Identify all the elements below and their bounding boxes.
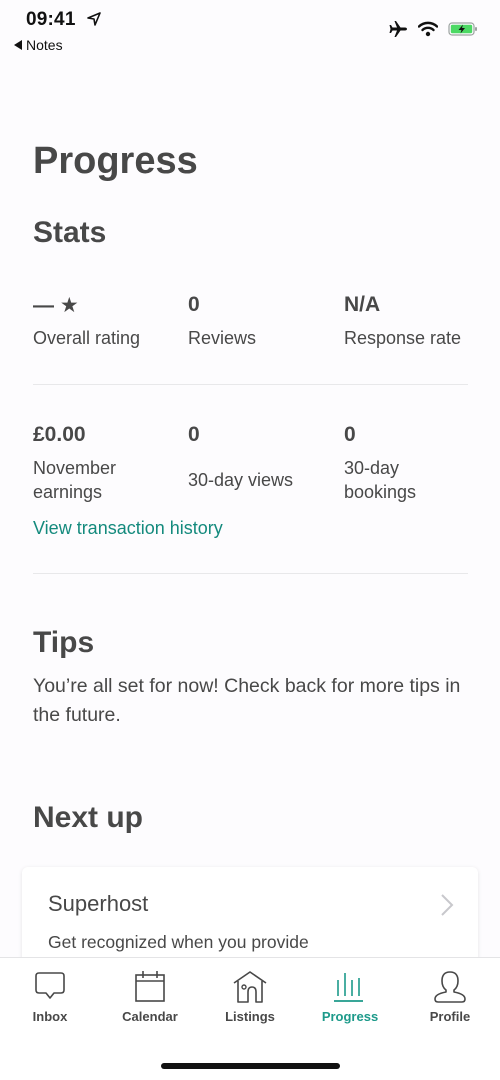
tab-label: Calendar [122,1009,178,1024]
battery-charging-icon [448,22,477,36]
tab-label: Profile [429,1009,471,1024]
stat-november-earnings: £0.00 November earnings [33,420,163,504]
page-title: Progress [33,140,198,182]
stat-response-rate: N/A Response rate [344,290,461,350]
house-icon [233,971,267,1003]
profile-icon [434,971,466,1003]
stat-label: November earnings [33,458,117,502]
stat-label: Overall rating [33,328,141,348]
stat-value: N/A [344,293,381,316]
tab-progress[interactable]: Progress [300,970,400,1030]
status-time: 09:41 [26,9,76,30]
stat-label: 30-day views [188,470,294,490]
stat-30-day-views: 0 30-day views [188,420,293,492]
back-label: Notes [26,37,63,53]
back-to-notes-link[interactable]: Notes [14,37,63,53]
divider [33,573,468,574]
tab-inbox[interactable]: Inbox [0,970,100,1030]
tab-calendar[interactable]: Calendar [100,970,200,1030]
progress-bars-icon [334,973,363,1002]
stats-title: Stats [33,216,107,249]
stat-value: 0 [188,423,200,446]
tab-listings[interactable]: Listings [200,970,300,1030]
tab-label: Inbox [32,1009,68,1024]
location-arrow-icon [87,12,101,26]
stat-value: 0 [344,423,356,446]
stat-label: Reviews [188,328,257,348]
airplane-icon [389,21,407,37]
home-indicator[interactable] [161,1063,340,1069]
back-triangle-icon [14,40,22,50]
tab-bar: Inbox Calendar Listings Progress Profile [0,957,500,1080]
stat-30-day-bookings: 0 30-day bookings [344,420,444,504]
calendar-icon [135,971,165,1002]
stat-label: Response rate [344,328,462,348]
tips-title: Tips [33,626,95,659]
view-transaction-history-link[interactable]: View transaction history [33,518,223,539]
tips-text: You’re all set for now! Check back for m… [33,675,461,726]
tab-label: Progress [321,1009,379,1024]
chevron-right-icon [441,894,454,916]
next-up-title: Next up [33,801,144,834]
tab-label: Listings [225,1009,275,1024]
status-icons [388,20,478,38]
status-bar: 09:41 Notes [0,0,500,60]
divider [33,384,468,385]
stat-label: 30-day bookings [344,458,417,502]
stat-value: — ★ [33,293,79,317]
stat-overall-rating: — ★ Overall rating [33,290,140,350]
stat-reviews: 0 Reviews [188,290,256,350]
card-description: Get recognized when you provide [48,932,309,952]
stat-value: £0.00 [33,423,86,446]
stat-value: 0 [188,293,200,316]
card-title: Superhost [48,891,149,916]
wifi-icon [418,21,438,37]
tab-profile[interactable]: Profile [400,970,500,1030]
inbox-icon [35,972,65,999]
